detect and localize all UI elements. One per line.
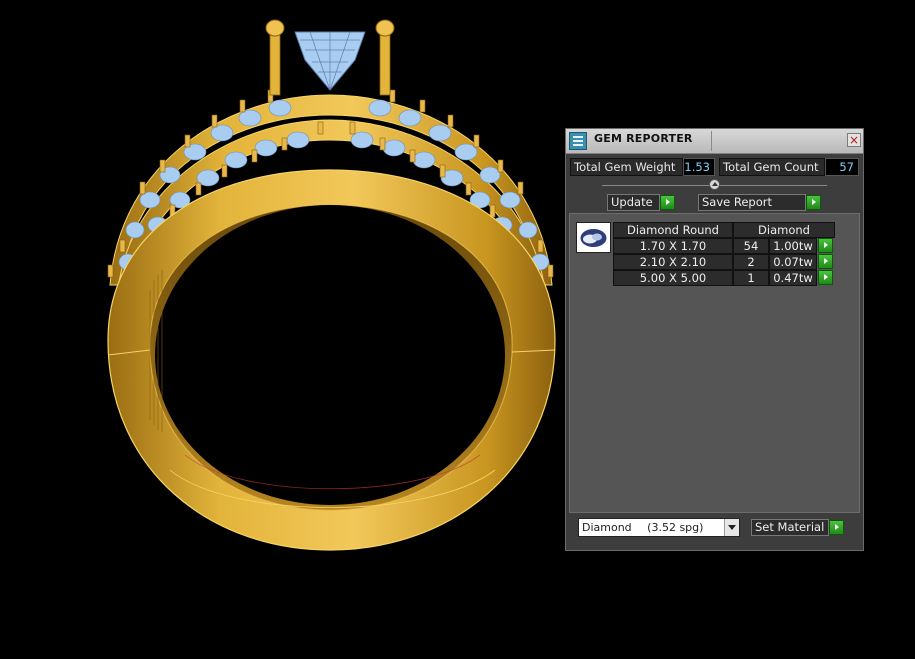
title-separator xyxy=(711,131,712,151)
gem-reporter-icon xyxy=(569,132,587,150)
chevron-down-icon[interactable] xyxy=(724,519,739,536)
center-stone xyxy=(265,19,395,96)
set-material-button[interactable]: Set Material xyxy=(751,519,829,536)
row-weight: 0.07tw xyxy=(769,254,817,270)
row-weight: 1.00tw xyxy=(769,238,817,254)
row-size: 2.10 X 2.10 xyxy=(613,254,733,270)
green-arrow-icon[interactable] xyxy=(806,195,821,210)
ring-hole xyxy=(155,205,505,505)
panel-titlebar[interactable]: GEM REPORTER × xyxy=(566,129,863,154)
row-count: 2 xyxy=(733,254,769,270)
column-header-shape[interactable]: Diamond Round xyxy=(613,222,733,238)
material-spg: (3.52 spg) xyxy=(647,521,704,534)
column-header-material[interactable]: Diamond xyxy=(733,222,835,238)
green-arrow-icon[interactable] xyxy=(829,520,844,535)
ring-model xyxy=(107,19,556,551)
gem-list: Diamond Round Diamond 1.70 X 1.70 54 1.0… xyxy=(569,213,860,513)
total-gem-count-label: Total Gem Count xyxy=(719,158,825,176)
gem-reporter-panel: GEM REPORTER × Total Gem Weight 1.53 Tot… xyxy=(565,128,864,551)
green-arrow-icon[interactable] xyxy=(818,238,833,253)
update-button[interactable]: Update xyxy=(607,194,660,211)
panel-title: GEM REPORTER xyxy=(594,132,693,145)
green-arrow-icon[interactable] xyxy=(818,254,833,269)
material-name: Diamond xyxy=(582,521,632,534)
3d-viewport[interactable] xyxy=(0,0,560,659)
round-gem-icon[interactable] xyxy=(576,222,611,253)
row-count: 54 xyxy=(733,238,769,254)
save-report-button[interactable]: Save Report xyxy=(698,194,806,211)
row-count: 1 xyxy=(733,270,769,286)
close-icon[interactable]: × xyxy=(847,133,861,147)
total-gem-count-value: 57 xyxy=(825,158,859,176)
green-arrow-icon[interactable] xyxy=(660,195,675,210)
row-weight: 0.47tw xyxy=(769,270,817,286)
row-size: 5.00 X 5.00 xyxy=(613,270,733,286)
total-gem-weight-value: 1.53 xyxy=(683,158,715,176)
collapse-icon[interactable] xyxy=(709,179,720,190)
green-arrow-icon[interactable] xyxy=(818,270,833,285)
row-size: 1.70 X 1.70 xyxy=(613,238,733,254)
material-select[interactable]: Diamond (3.52 spg) xyxy=(578,518,740,537)
total-gem-weight-label: Total Gem Weight xyxy=(570,158,683,176)
